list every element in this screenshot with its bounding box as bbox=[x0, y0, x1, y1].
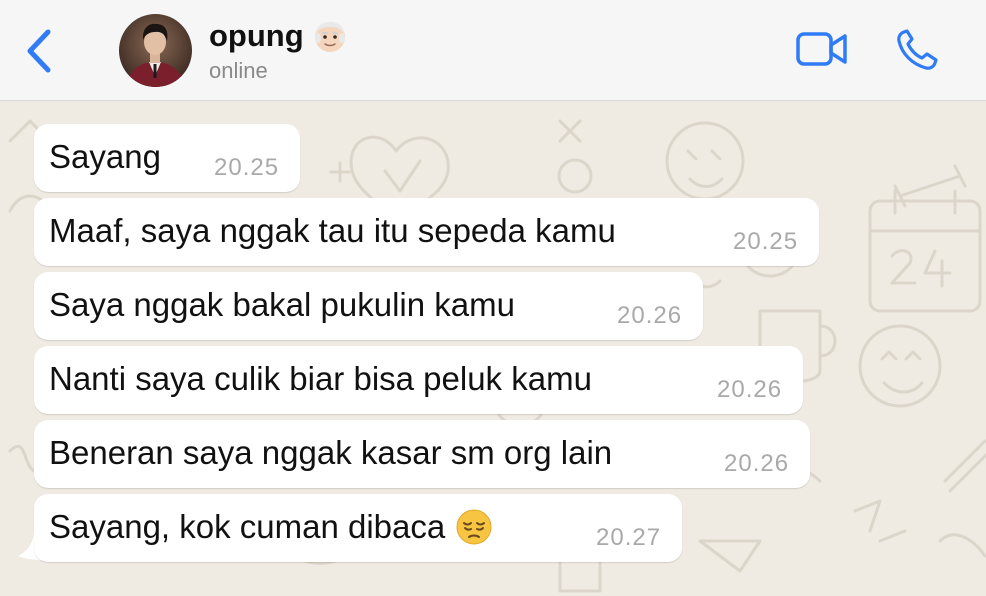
message-text: Sayang, kok cuman dibaca bbox=[49, 508, 446, 545]
message-text: Sayang bbox=[49, 138, 161, 175]
message-time: 20.25 bbox=[214, 154, 280, 181]
message-text: Beneran saya nggak kasar sm org lain bbox=[49, 434, 613, 471]
chevron-left-icon bbox=[27, 29, 51, 73]
message-bubble[interactable]: Beneran saya nggak kasar sm org lain 20.… bbox=[34, 420, 810, 488]
message-bubble[interactable]: Nanti saya culik biar bisa peluk kamu 20… bbox=[34, 346, 803, 414]
message-text: Saya nggak bakal pukulin kamu bbox=[49, 286, 515, 323]
message-bubble[interactable]: Sayang 20.25 bbox=[34, 124, 300, 192]
message-time: 20.26 bbox=[617, 302, 683, 329]
message-time: 20.26 bbox=[724, 450, 790, 477]
voice-call-button[interactable] bbox=[894, 28, 940, 72]
message-time: 20.27 bbox=[596, 524, 662, 551]
message-bubble[interactable]: Maaf, saya nggak tau itu sepeda kamu 20.… bbox=[34, 198, 819, 266]
video-camera-icon bbox=[796, 32, 847, 66]
chat-header: opung online bbox=[0, 0, 986, 101]
back-button[interactable] bbox=[22, 28, 56, 74]
contact-avatar[interactable] bbox=[119, 14, 192, 87]
phone-icon bbox=[897, 29, 938, 70]
message-bubble[interactable]: Saya nggak bakal pukulin kamu 20.26 bbox=[34, 272, 703, 340]
contact-name-text: opung bbox=[209, 18, 304, 53]
message-text-row: Sayang, kok cuman dibaca bbox=[49, 508, 493, 546]
message-text: Maaf, saya nggak tau itu sepeda kamu bbox=[49, 212, 616, 249]
message-time: 20.26 bbox=[717, 376, 783, 403]
pensive-face-emoji bbox=[456, 509, 492, 545]
video-call-button[interactable] bbox=[795, 30, 849, 68]
contact-status: online bbox=[209, 58, 268, 83]
message-bubble[interactable]: Sayang, kok cuman dibaca 20.27 bbox=[34, 494, 682, 562]
contact-name[interactable]: opung bbox=[209, 18, 348, 54]
message-text: Nanti saya culik biar bisa peluk kamu bbox=[49, 360, 592, 397]
old-man-emoji bbox=[314, 22, 345, 52]
message-time: 20.25 bbox=[733, 228, 799, 255]
